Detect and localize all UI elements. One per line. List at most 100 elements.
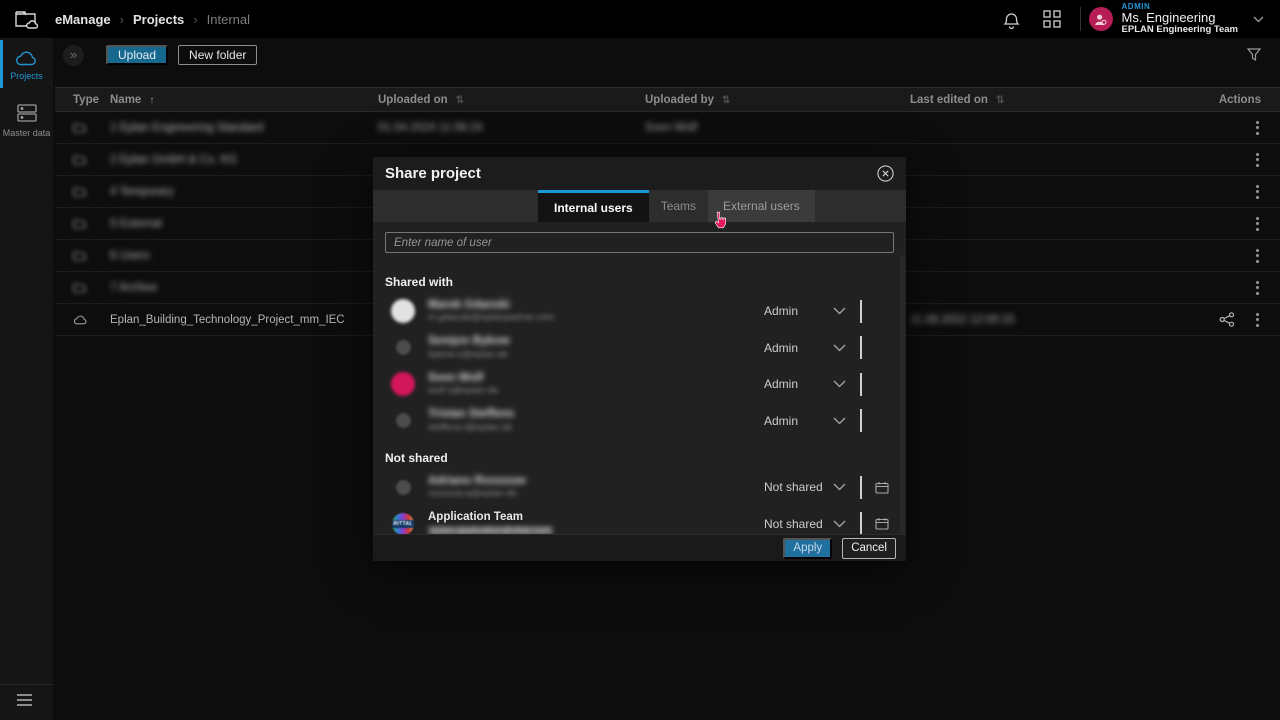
shared-with-label: Shared with [373,275,906,289]
tab-internal-users[interactable]: Internal users [538,190,649,222]
role-dropdown[interactable] [833,520,846,528]
row-uploaded-on: 01.04.2024 11:06:24 [378,122,645,134]
avatar [396,340,411,355]
role-value: Admin [764,377,833,391]
user-name: Semjon Bykow [428,335,764,348]
top-bar: eManage › Projects › Internal [0,0,1280,38]
calendar-icon[interactable] [875,517,889,530]
chevron-down-icon [833,483,846,491]
row-divider [860,512,862,534]
rittal-logo-avatar: RITTAL [392,513,414,534]
user-name: Sven Wolf [428,372,764,385]
share-project-modal: Share project Internal users Teams Exter… [373,157,906,561]
folder-icon [73,186,86,197]
filter-button[interactable] [1247,48,1261,62]
row-last-edited: 11.08.2022 12:00:15 [910,314,1175,326]
col-header-uploaded-by[interactable]: Uploaded by⇅ [645,94,910,106]
breadcrumb-app[interactable]: eManage [55,12,111,27]
role-value: Admin [764,304,833,318]
chevron-down-icon [833,520,846,528]
upload-button[interactable]: Upload [106,45,168,65]
share-icon[interactable] [1219,312,1235,327]
role-value: Not shared [764,480,833,494]
row-divider [860,300,862,323]
role-dropdown[interactable] [833,307,846,315]
row-name[interactable]: 4 Temporary [110,186,378,198]
row-actions-menu[interactable] [1251,213,1264,235]
row-name[interactable]: 2 Eplan GmbH & Co. KG [110,154,378,166]
shared-user-row: Marek Gdanski m.gdanski@eplanpartner.com… [373,293,894,330]
sidebar: Projects Master data [0,38,53,720]
modal-footer: Apply Cancel [373,534,906,561]
tab-external-users[interactable]: External users [708,190,815,222]
row-actions-menu[interactable] [1251,149,1264,171]
row-name[interactable]: 5 External [110,218,378,230]
cloud-icon [15,51,39,66]
role-dropdown[interactable] [833,417,846,425]
role-value: Admin [764,414,833,428]
cancel-button[interactable]: Cancel [842,538,896,559]
col-header-name[interactable]: Name↑ [110,94,378,106]
user-team: EPLAN Engineering Team [1122,25,1238,35]
topbar-divider [1080,7,1081,31]
sort-icon: ⇅ [722,95,730,106]
app-logo[interactable] [0,7,53,31]
table-row[interactable]: 1 Eplan Engineering Standard 01.04.2024 … [55,112,1280,144]
not-shared-user-row: RITTAL Application Team eplan.applicatio… [373,506,894,535]
folder-icon [73,122,86,133]
user-search-input[interactable] [385,232,894,253]
avatar [391,372,415,396]
user-email: steffens.t@eplan.de [428,423,764,433]
notifications-button[interactable] [992,0,1032,38]
folder-icon [73,154,86,165]
tab-teams[interactable]: Teams [649,190,708,222]
folder-icon [73,250,86,261]
app-grid-button[interactable] [1032,0,1072,38]
row-actions-menu[interactable] [1251,245,1264,267]
user-name: Application Team [428,511,764,524]
apply-button[interactable]: Apply [783,538,832,559]
avatar [391,299,415,323]
new-folder-button[interactable]: New folder [178,45,257,65]
role-dropdown[interactable] [833,483,846,491]
row-name[interactable]: 6 Users [110,250,378,262]
role-dropdown[interactable] [833,380,846,388]
folder-icon [73,282,86,293]
sidebar-item-master-data[interactable]: Master data [0,90,53,147]
row-actions-menu[interactable] [1251,117,1264,139]
breadcrumb-separator: › [120,12,124,27]
row-divider [860,476,862,499]
user-menu[interactable]: ADMIN Ms. Engineering EPLAN Engineering … [1089,3,1280,35]
calendar-icon[interactable] [875,481,889,494]
row-name[interactable]: 1 Eplan Engineering Standard [110,122,378,134]
col-header-uploaded-on[interactable]: Uploaded on⇅ [378,94,645,106]
breadcrumb-projects[interactable]: Projects [133,12,184,27]
row-name[interactable]: 7 Archive [110,282,378,294]
shared-user-row: Sven Wolf wolf.s@eplan.de Admin [373,366,894,403]
grid-icon [1043,10,1061,28]
row-actions-menu[interactable] [1251,277,1264,299]
modal-title: Share project [385,165,481,182]
close-circle-icon [877,165,894,182]
sidebar-menu-button[interactable] [0,685,53,720]
row-name[interactable]: Eplan_Building_Technology_Project_mm_IEC [110,314,378,326]
sidebar-item-projects[interactable]: Projects [0,38,53,90]
user-email: rossouw.a@eplan.de [428,489,764,499]
row-actions-menu[interactable] [1251,309,1264,331]
expand-panel-button[interactable]: » [63,45,84,66]
col-header-type[interactable]: Type [73,94,110,106]
user-email: m.gdanski@eplanpartner.com [428,313,764,323]
modal-close-button[interactable] [877,165,894,182]
share-user-list[interactable]: Shared with Marek Gdanski m.gdanski@epla… [373,255,906,534]
row-divider [860,336,862,359]
scrollbar[interactable] [900,255,905,534]
folder-icon [73,218,86,229]
row-actions-menu[interactable] [1251,181,1264,203]
role-dropdown[interactable] [833,344,846,352]
col-header-last-edited-on[interactable]: Last edited on⇅ [910,94,1175,106]
person-icon [1094,13,1107,26]
not-shared-label: Not shared [373,451,906,465]
sort-icon: ⇅ [996,95,1004,106]
hamburger-icon [17,694,32,696]
user-name: Tristan Steffens [428,408,764,421]
